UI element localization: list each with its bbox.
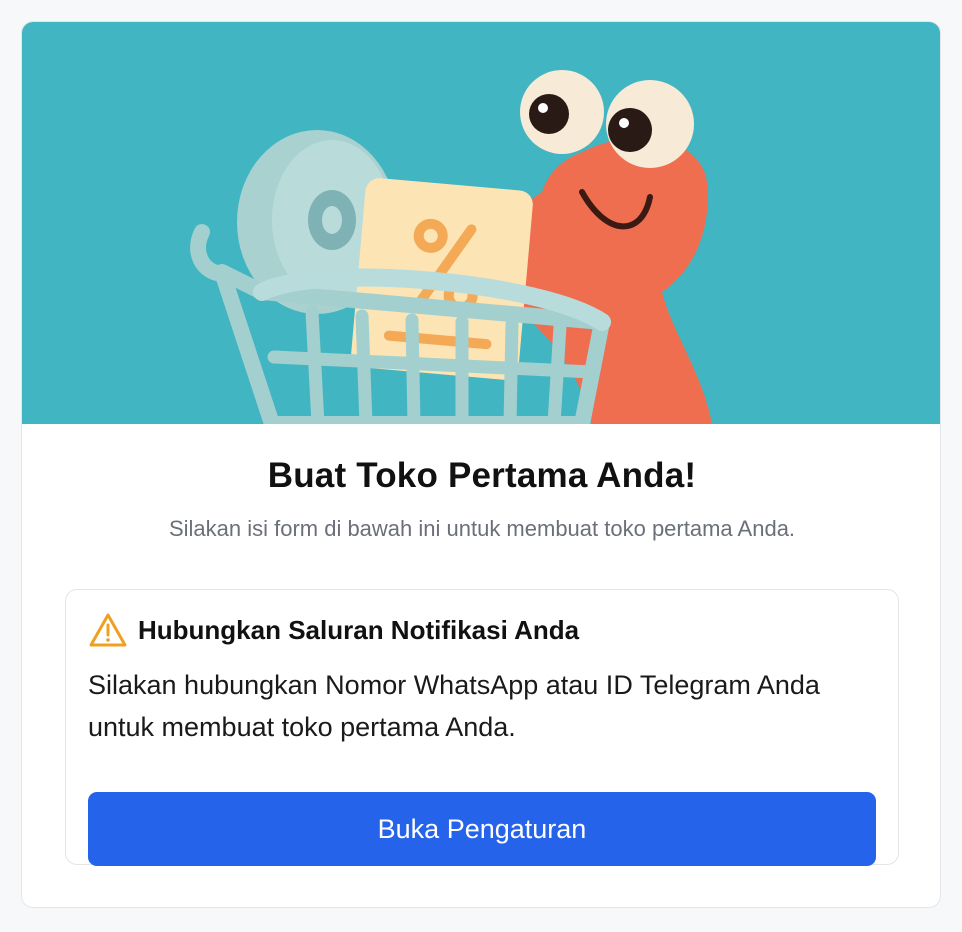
warning-icon xyxy=(89,613,127,647)
notice-header: Hubungkan Saluran Notifikasi Anda xyxy=(88,612,579,648)
hero-banner xyxy=(22,22,940,424)
open-settings-button[interactable]: Buka Pengaturan xyxy=(88,792,876,866)
create-store-card: Buat Toko Pertama Anda! Silakan isi form… xyxy=(21,21,941,908)
page-title: Buat Toko Pertama Anda! xyxy=(267,456,697,495)
notice-title: Hubungkan Saluran Notifikasi Anda xyxy=(138,614,580,645)
notice-body: Silakan hubungkan Nomor WhatsApp atau ID… xyxy=(88,670,820,742)
page-subtitle: Silakan isi form di bawah ini untuk memb… xyxy=(168,516,796,541)
notification-channel-notice: Hubungkan Saluran Notifikasi Anda Silaka… xyxy=(65,589,899,866)
hero-illustration xyxy=(190,70,712,424)
